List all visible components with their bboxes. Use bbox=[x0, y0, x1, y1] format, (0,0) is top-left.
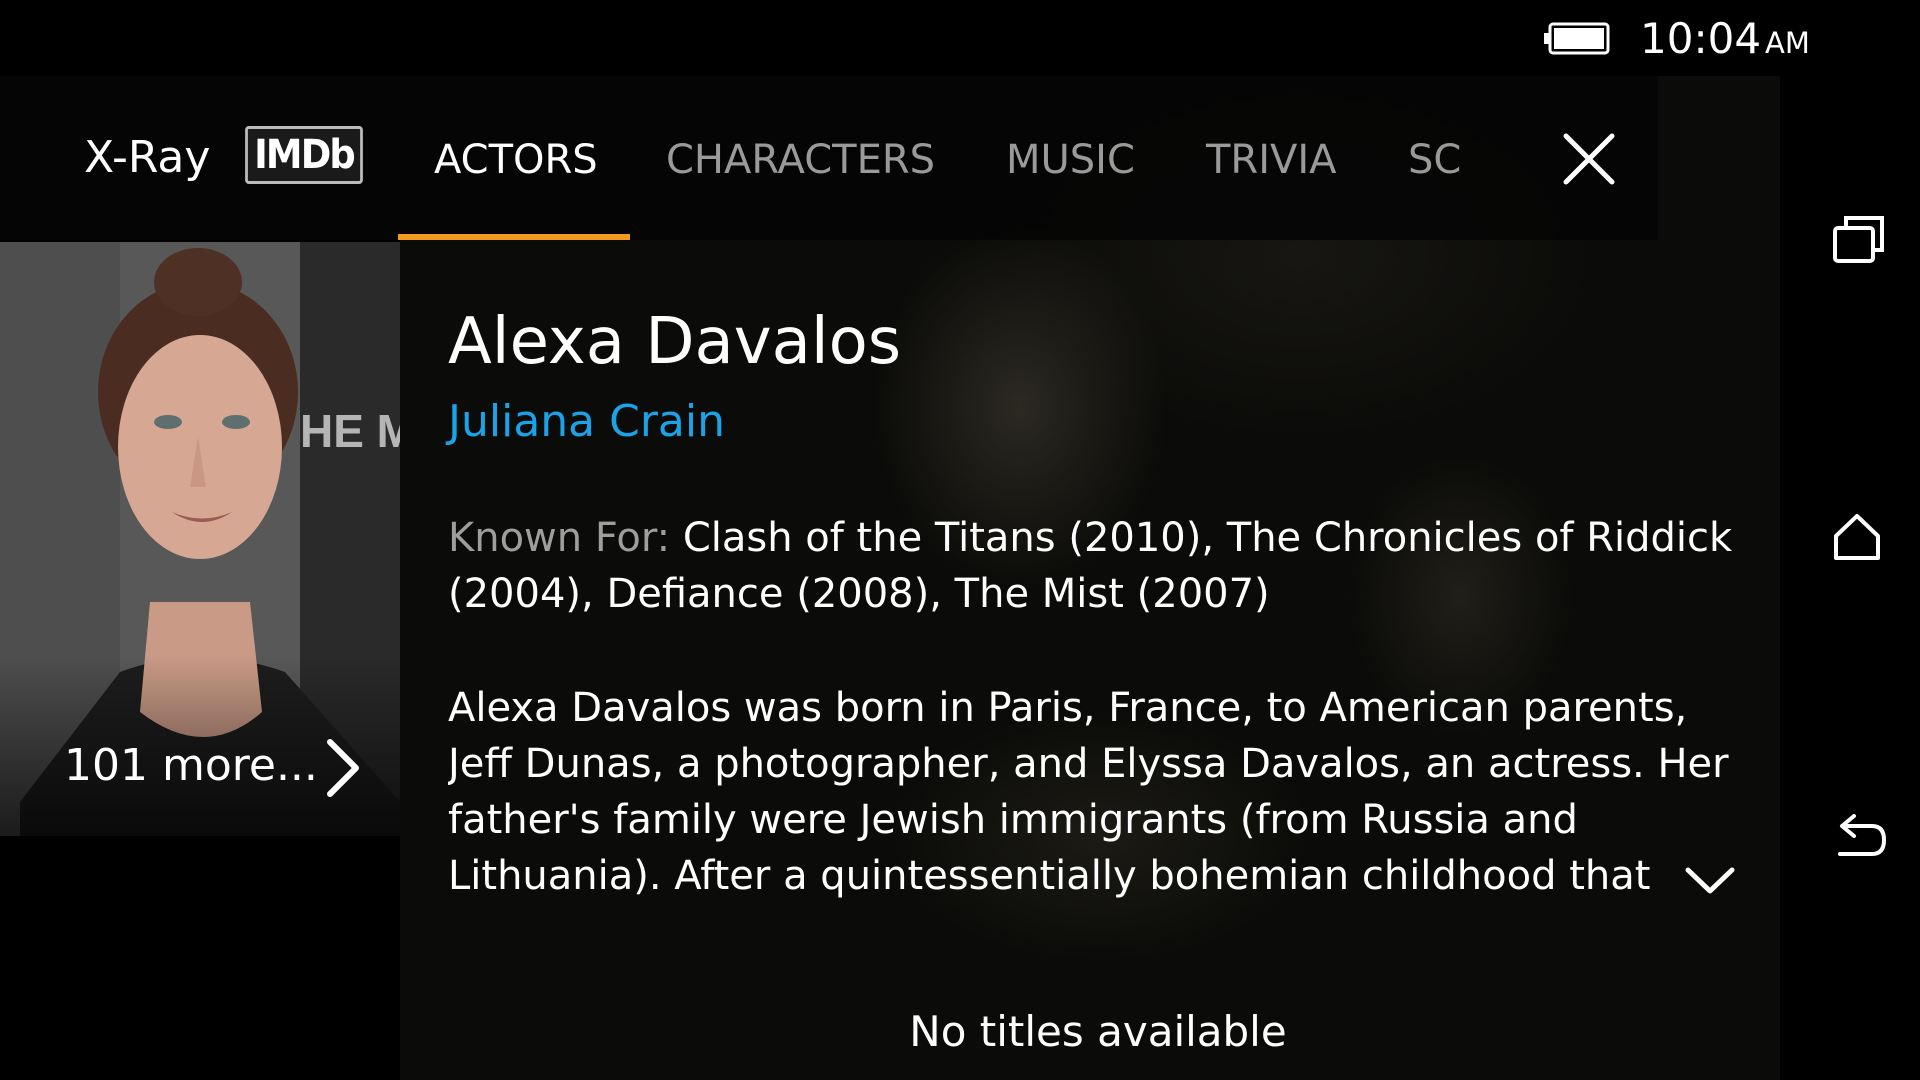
svg-text:HE M: HE M bbox=[300, 405, 400, 457]
tab-music[interactable]: MUSIC bbox=[1006, 140, 1135, 180]
clock: 10:04 AM bbox=[1640, 14, 1810, 68]
active-tab-indicator bbox=[398, 234, 630, 240]
tab-scenes[interactable]: SC bbox=[1408, 140, 1461, 180]
chevron-right-icon[interactable] bbox=[322, 736, 362, 800]
chevron-down-icon[interactable] bbox=[1684, 864, 1736, 896]
home-icon[interactable] bbox=[1832, 512, 1882, 562]
actor-biography: Alexa Davalos was born in Paris, France,… bbox=[448, 685, 1729, 899]
more-actors-link[interactable]: 101 more... bbox=[64, 740, 318, 792]
actor-name: Alexa Davalos bbox=[448, 305, 902, 379]
xray-screen: 10:04 AM X-Ray IMDb ACTORS CHARACTERS MUS… bbox=[0, 0, 1920, 1080]
navigation-bar bbox=[1780, 76, 1920, 1080]
tab-characters[interactable]: CHARACTERS bbox=[666, 140, 935, 180]
back-icon[interactable] bbox=[1832, 810, 1886, 864]
tab-trivia[interactable]: TRIVIA bbox=[1206, 140, 1337, 180]
status-bar: 10:04 AM bbox=[0, 0, 1920, 76]
character-name[interactable]: Juliana Crain bbox=[448, 394, 725, 450]
clock-time: 10:04 bbox=[1640, 14, 1762, 63]
known-for: Known For: Clash of the Titans (2010), T… bbox=[448, 510, 1748, 622]
no-titles-message: No titles available bbox=[909, 1007, 1287, 1056]
xray-header: X-Ray IMDb ACTORS CHARACTERS MUSIC TRIVI… bbox=[0, 76, 1658, 240]
tab-actors[interactable]: ACTORS bbox=[434, 140, 598, 180]
battery-full-icon bbox=[1544, 22, 1610, 55]
recents-icon[interactable] bbox=[1832, 214, 1886, 264]
close-icon[interactable] bbox=[1560, 130, 1618, 188]
xray-title: X-Ray bbox=[84, 132, 211, 183]
clock-ampm: AM bbox=[1765, 26, 1810, 60]
known-for-label: Known For: bbox=[448, 515, 671, 561]
imdb-logo: IMDb bbox=[245, 126, 363, 184]
